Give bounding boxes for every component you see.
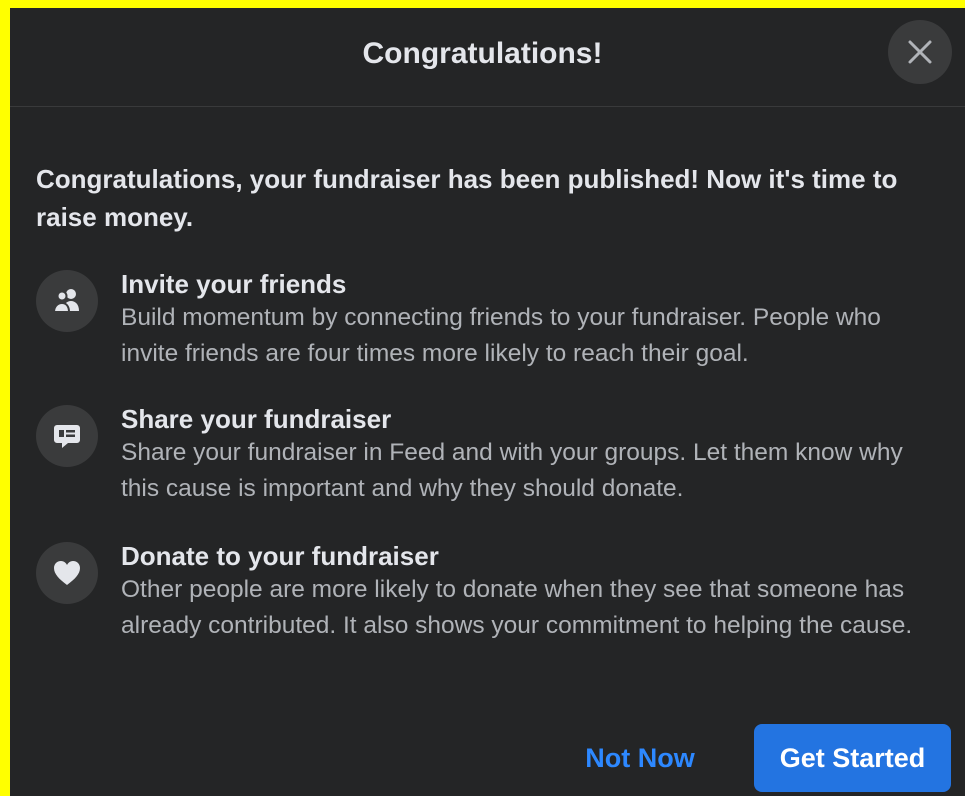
- screenshot-frame: Congratulations! Congratulations, your f…: [0, 0, 965, 796]
- item-description: Build momentum by connecting friends to …: [121, 304, 881, 367]
- friends-icon: [36, 270, 98, 332]
- item-title: Invite your friends: [121, 269, 347, 299]
- share-message-icon: [36, 405, 98, 467]
- congratulations-dialog: Congratulations! Congratulations, your f…: [10, 8, 965, 796]
- heart-icon: [36, 542, 98, 604]
- close-button[interactable]: [888, 20, 952, 84]
- close-icon: [908, 40, 932, 64]
- item-title: Donate to your fundraiser: [121, 541, 439, 571]
- item-description: Other people are more likely to donate w…: [121, 576, 913, 639]
- not-now-button[interactable]: Not Now: [564, 724, 716, 792]
- item-description: Share your fundraiser in Feed and with y…: [121, 439, 903, 502]
- intro-text: Congratulations, your fundraiser has bee…: [36, 164, 898, 232]
- get-started-button[interactable]: Get Started: [754, 724, 951, 792]
- dialog-header: Congratulations!: [10, 8, 965, 107]
- dialog-title: Congratulations!: [362, 37, 603, 70]
- item-title: Share your fundraiser: [121, 404, 392, 434]
